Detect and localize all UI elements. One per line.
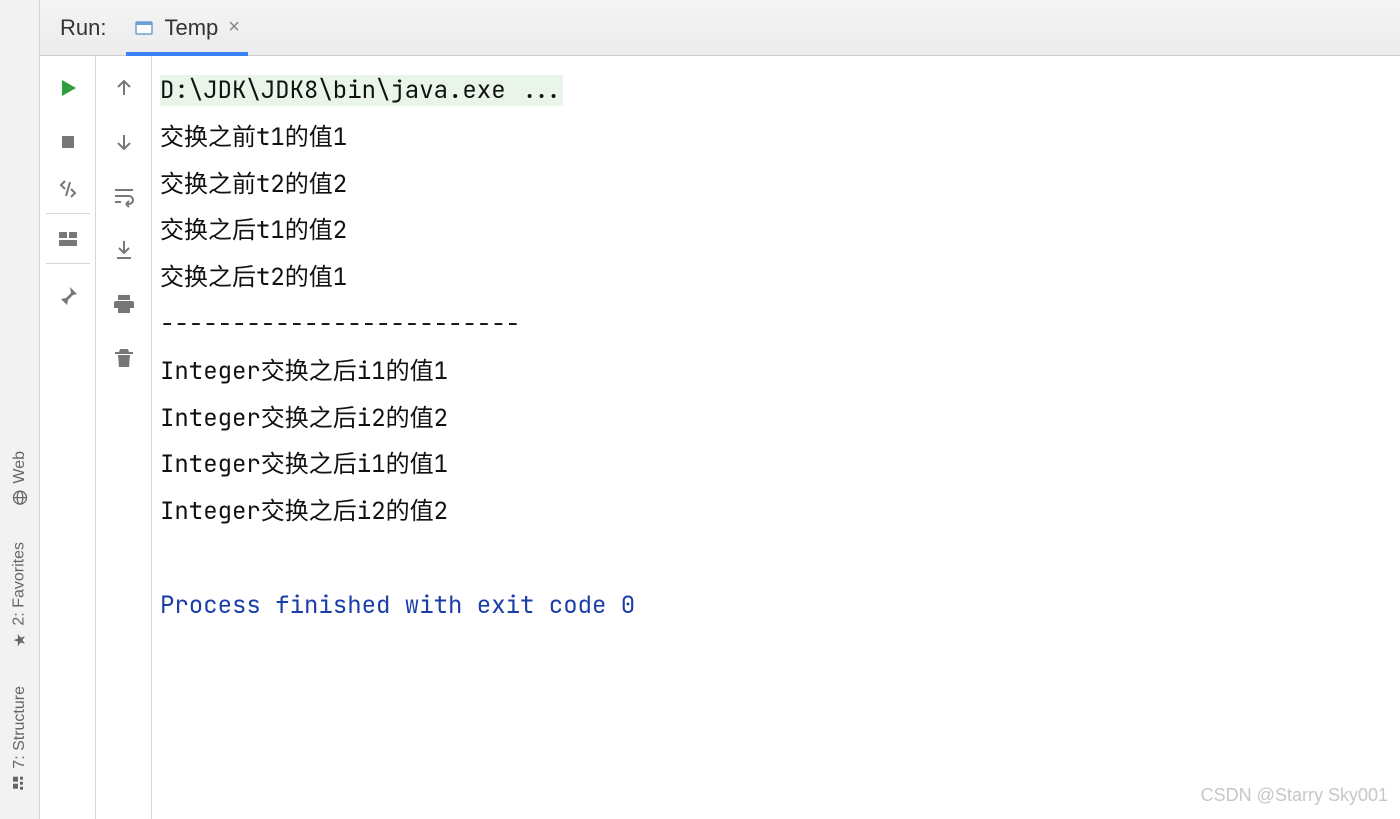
console-output[interactable]: D:\JDK\JDK8\bin\java.exe ... 交换之前t1的值1 交… xyxy=(152,56,1400,819)
print-button[interactable] xyxy=(106,286,142,322)
console-line: Integer交换之后i2的值2 xyxy=(160,403,448,434)
command-line: D:\JDK\JDK8\bin\java.exe ... xyxy=(160,75,563,106)
console-action-gutter xyxy=(96,56,152,819)
scroll-to-end-button[interactable] xyxy=(106,232,142,268)
star-icon: ★ xyxy=(10,631,29,650)
structure-icon xyxy=(12,774,28,792)
globe-icon xyxy=(12,489,28,507)
debug-dump-button[interactable] xyxy=(46,178,90,214)
console-line: Integer交换之后i1的值1 xyxy=(160,356,448,387)
tab-label: Temp xyxy=(164,15,218,41)
pin-button[interactable] xyxy=(50,278,86,314)
soft-wrap-button[interactable] xyxy=(106,178,142,214)
rail-web[interactable]: Web xyxy=(11,451,29,506)
scroll-down-button[interactable] xyxy=(106,124,142,160)
rail-web-label: Web xyxy=(11,451,29,484)
run-action-gutter xyxy=(40,56,96,819)
stop-button[interactable] xyxy=(50,124,86,160)
console-line: 交换之后t1的值2 xyxy=(160,215,347,246)
rail-structure-label: 7: Structure xyxy=(11,686,29,769)
console-line: ------------------------- xyxy=(160,309,520,340)
console-line: 交换之后t2的值1 xyxy=(160,262,347,293)
console-line: 交换之前t2的值2 xyxy=(160,169,347,200)
close-icon[interactable]: × xyxy=(228,16,240,39)
layout-button[interactable] xyxy=(46,228,90,264)
rail-structure[interactable]: 7: Structure xyxy=(11,686,29,791)
run-label: Run: xyxy=(60,15,106,41)
rail-favorites-label: 2: Favorites xyxy=(11,542,29,626)
watermark: CSDN @Starry Sky001 xyxy=(1201,778,1388,813)
clear-button[interactable] xyxy=(106,340,142,376)
scroll-up-button[interactable] xyxy=(106,70,142,106)
run-config-icon xyxy=(134,18,154,38)
left-tool-rail: Web ★ 2: Favorites 7: Structure xyxy=(0,0,40,819)
rail-favorites[interactable]: ★ 2: Favorites xyxy=(10,542,29,651)
tab-temp[interactable]: Temp × xyxy=(126,0,247,55)
exit-message: Process finished with exit code 0 xyxy=(160,590,635,621)
console-line: 交换之前t1的值1 xyxy=(160,122,347,153)
console-line: Integer交换之后i1的值1 xyxy=(160,449,448,480)
run-tabbar: Run: Temp × xyxy=(40,0,1400,56)
console-line: Integer交换之后i2的值2 xyxy=(160,496,448,527)
run-button[interactable] xyxy=(50,70,86,106)
